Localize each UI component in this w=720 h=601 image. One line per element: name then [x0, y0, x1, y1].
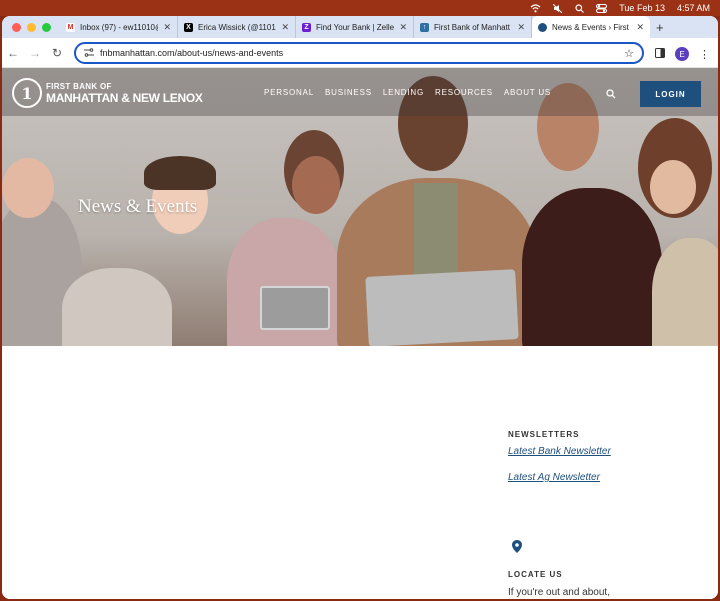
- page-title: News & Events: [78, 196, 198, 217]
- tab-strip: M Inbox (97) - ew11010@ ✕ X Erica Wissic…: [2, 16, 718, 38]
- bank-icon: [538, 22, 547, 32]
- menubar-date[interactable]: Tue Feb 13: [619, 3, 665, 13]
- locate-section: LOCATE US If you're out and about,: [508, 570, 708, 598]
- x-icon: X: [184, 22, 193, 32]
- locate-text: If you're out and about,: [508, 587, 610, 598]
- web-page: 1 FIRST BANK OF MANHATTAN & NEW LENOX PE…: [2, 68, 718, 599]
- bank-logo-icon: 1: [12, 78, 42, 108]
- tab-title: News & Events › First: [552, 22, 629, 32]
- tab-x[interactable]: X Erica Wissick (@11010 ✕: [178, 16, 296, 38]
- tab-zelle[interactable]: Z Find Your Bank | Zelle ✕: [296, 16, 414, 38]
- address-bar[interactable]: fnbmanhattan.com/about-us/news-and-event…: [74, 42, 644, 64]
- site-header: 1 FIRST BANK OF MANHATTAN & NEW LENOX PE…: [2, 68, 718, 116]
- toolbar-right: E ⋮: [655, 45, 710, 63]
- side-panel-icon[interactable]: [655, 45, 665, 63]
- browser-toolbar: ← → ↻ fnbmanhattan.com/about-us/news-and…: [2, 38, 718, 68]
- latest-ag-newsletter-link[interactable]: Latest Ag Newsletter: [508, 472, 708, 483]
- tab-title: Inbox (97) - ew11010@: [80, 22, 159, 32]
- bookmark-star-icon[interactable]: ☆: [624, 47, 634, 60]
- tab-first-bank[interactable]: ↑ First Bank of Manhatt ✕: [414, 16, 532, 38]
- tab-title: First Bank of Manhatt: [434, 22, 511, 32]
- zoom-window-button[interactable]: [42, 22, 51, 32]
- nav-lending[interactable]: LENDING: [383, 88, 424, 97]
- login-button[interactable]: LOGIN: [640, 81, 701, 107]
- site-search-icon[interactable]: [606, 86, 616, 104]
- control-center-icon[interactable]: [596, 3, 608, 13]
- newsletters-heading: NEWSLETTERS: [508, 430, 580, 439]
- close-tab-icon[interactable]: ✕: [517, 22, 525, 33]
- mute-icon[interactable]: [553, 3, 563, 13]
- logo-line2: MANHATTAN & NEW LENOX: [46, 90, 203, 105]
- tab-title: Erica Wissick (@11010: [198, 22, 277, 32]
- site-nav-menu: PERSONAL BUSINESS LENDING RESOURCES ABOU…: [264, 88, 551, 97]
- nav-business[interactable]: BUSINESS: [325, 88, 372, 97]
- menubar-time[interactable]: 4:57 AM: [677, 3, 710, 13]
- back-arrow-icon[interactable]: ←: [2, 46, 24, 60]
- locate-heading: LOCATE US: [508, 570, 563, 579]
- nav-personal[interactable]: PERSONAL: [264, 88, 314, 97]
- forward-arrow-icon[interactable]: →: [24, 46, 46, 60]
- nav-resources[interactable]: RESOURCES: [435, 88, 493, 97]
- close-window-button[interactable]: [12, 22, 21, 32]
- close-tab-icon[interactable]: ✕: [281, 22, 289, 33]
- logo-line1: FIRST BANK OF: [46, 81, 112, 91]
- new-tab-button[interactable]: +: [650, 20, 664, 35]
- minimize-window-button[interactable]: [27, 22, 36, 32]
- gmail-icon: M: [66, 22, 75, 32]
- profile-avatar[interactable]: E: [675, 47, 689, 61]
- close-tab-icon[interactable]: ✕: [163, 22, 171, 33]
- reload-icon[interactable]: ↻: [46, 46, 68, 60]
- tab-gmail[interactable]: M Inbox (97) - ew11010@ ✕: [60, 16, 178, 38]
- window-controls: [2, 22, 60, 32]
- tablet-image: [260, 286, 330, 330]
- wifi-icon[interactable]: [530, 3, 541, 13]
- site-info-icon[interactable]: [84, 47, 94, 59]
- latest-bank-newsletter-link[interactable]: Latest Bank Newsletter: [508, 446, 708, 457]
- macos-menubar: Tue Feb 13 4:57 AM: [0, 0, 720, 16]
- zelle-icon: Z: [302, 22, 311, 32]
- tab-title: Find Your Bank | Zelle: [316, 22, 395, 32]
- hero-image: 1 FIRST BANK OF MANHATTAN & NEW LENOX PE…: [2, 68, 718, 346]
- location-pin-icon: [512, 540, 522, 558]
- sidebar: NEWSLETTERS Latest Bank Newsletter Lates…: [508, 430, 708, 483]
- bank-logo[interactable]: 1 FIRST BANK OF MANHATTAN & NEW LENOX: [12, 78, 203, 108]
- bank-icon: ↑: [420, 22, 429, 32]
- search-icon[interactable]: [575, 3, 585, 13]
- browser-window: M Inbox (97) - ew11010@ ✕ X Erica Wissic…: [2, 16, 718, 599]
- laptop-image: [365, 269, 519, 346]
- close-tab-icon[interactable]: ✕: [636, 22, 644, 33]
- tab-news-events[interactable]: News & Events › First ✕: [532, 16, 650, 38]
- close-tab-icon[interactable]: ✕: [399, 22, 407, 33]
- url-text[interactable]: fnbmanhattan.com/about-us/news-and-event…: [100, 48, 283, 58]
- more-menu-icon[interactable]: ⋮: [699, 48, 710, 61]
- nav-about-us[interactable]: ABOUT US: [504, 88, 551, 97]
